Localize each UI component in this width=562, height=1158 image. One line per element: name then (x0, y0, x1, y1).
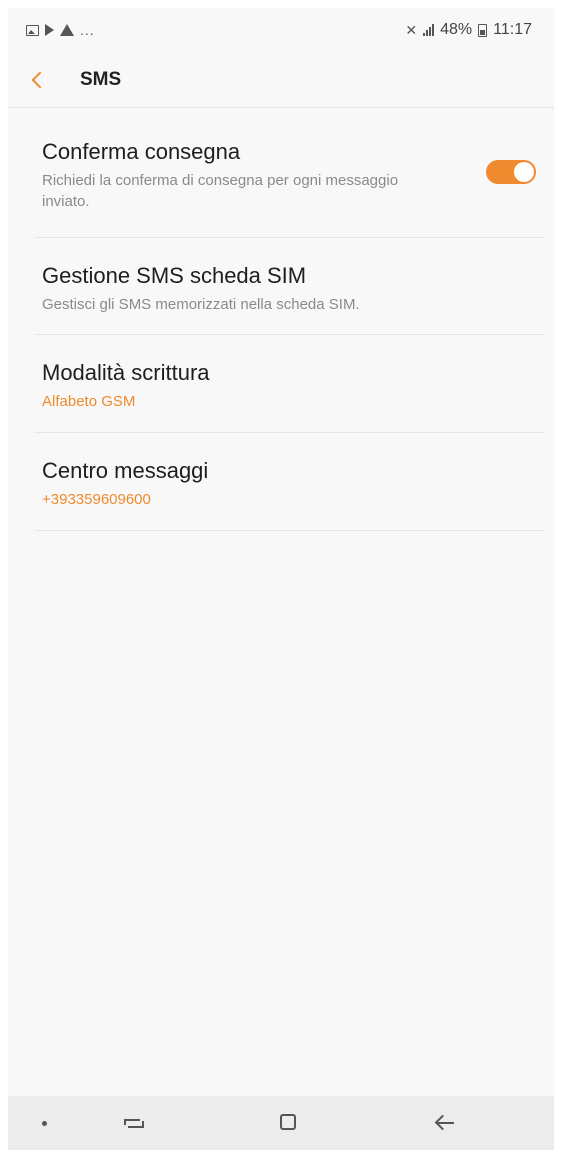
setting-sim-sms[interactable]: Gestione SMS scheda SIM Gestisci gli SMS… (34, 238, 544, 335)
warning-icon (60, 24, 74, 36)
recent-apps-icon[interactable] (120, 1112, 146, 1134)
play-store-icon (45, 24, 54, 36)
chevron-left-icon (31, 71, 49, 88)
status-left: ... (26, 22, 95, 38)
status-right: ✕ 48% 11:17 (405, 21, 532, 39)
setting-message-center[interactable]: Centro messaggi +393359609600 (34, 433, 544, 531)
setting-input-mode[interactable]: Modalità scrittura Alfabeto GSM (34, 335, 544, 433)
screen: ... ✕ 48% 11:17 SMS Conferma consegna Ri… (8, 8, 554, 1150)
image-icon (26, 24, 39, 36)
clock: 11:17 (493, 21, 532, 38)
setting-value: Alfabeto GSM (42, 393, 136, 410)
home-icon[interactable] (278, 1112, 300, 1134)
battery-icon (478, 23, 488, 37)
back-arrow-icon[interactable] (432, 1112, 458, 1134)
delivery-report-toggle[interactable] (486, 160, 536, 184)
signal-icon (423, 24, 435, 36)
setting-delivery-report[interactable]: Conferma consegna Richiedi la conferma d… (34, 112, 544, 238)
setting-title: Modalità scrittura (42, 360, 210, 385)
setting-title: Centro messaggi (42, 458, 209, 483)
settings-list: Conferma consegna Richiedi la conferma d… (34, 112, 544, 531)
setting-title: Gestione SMS scheda SIM (42, 263, 307, 288)
toggle-knob (514, 162, 534, 182)
setting-subtitle: Richiedi la conferma di consegna per ogn… (42, 172, 399, 210)
more-notifications: ... (80, 22, 95, 38)
navigation-bar (8, 1096, 554, 1150)
battery-percent: 48% (440, 21, 473, 38)
setting-title: Conferma consegna (42, 139, 241, 164)
dot-icon[interactable] (42, 1121, 47, 1126)
status-bar: ... ✕ 48% 11:17 (8, 8, 554, 52)
setting-value: +393359609600 (42, 491, 151, 508)
page-title: SMS (80, 68, 122, 90)
mute-icon: ✕ (405, 22, 418, 38)
setting-subtitle: Gestisci gli SMS memorizzati nella sched… (42, 296, 360, 313)
back-button[interactable] (8, 52, 66, 108)
app-header: SMS (8, 52, 554, 108)
